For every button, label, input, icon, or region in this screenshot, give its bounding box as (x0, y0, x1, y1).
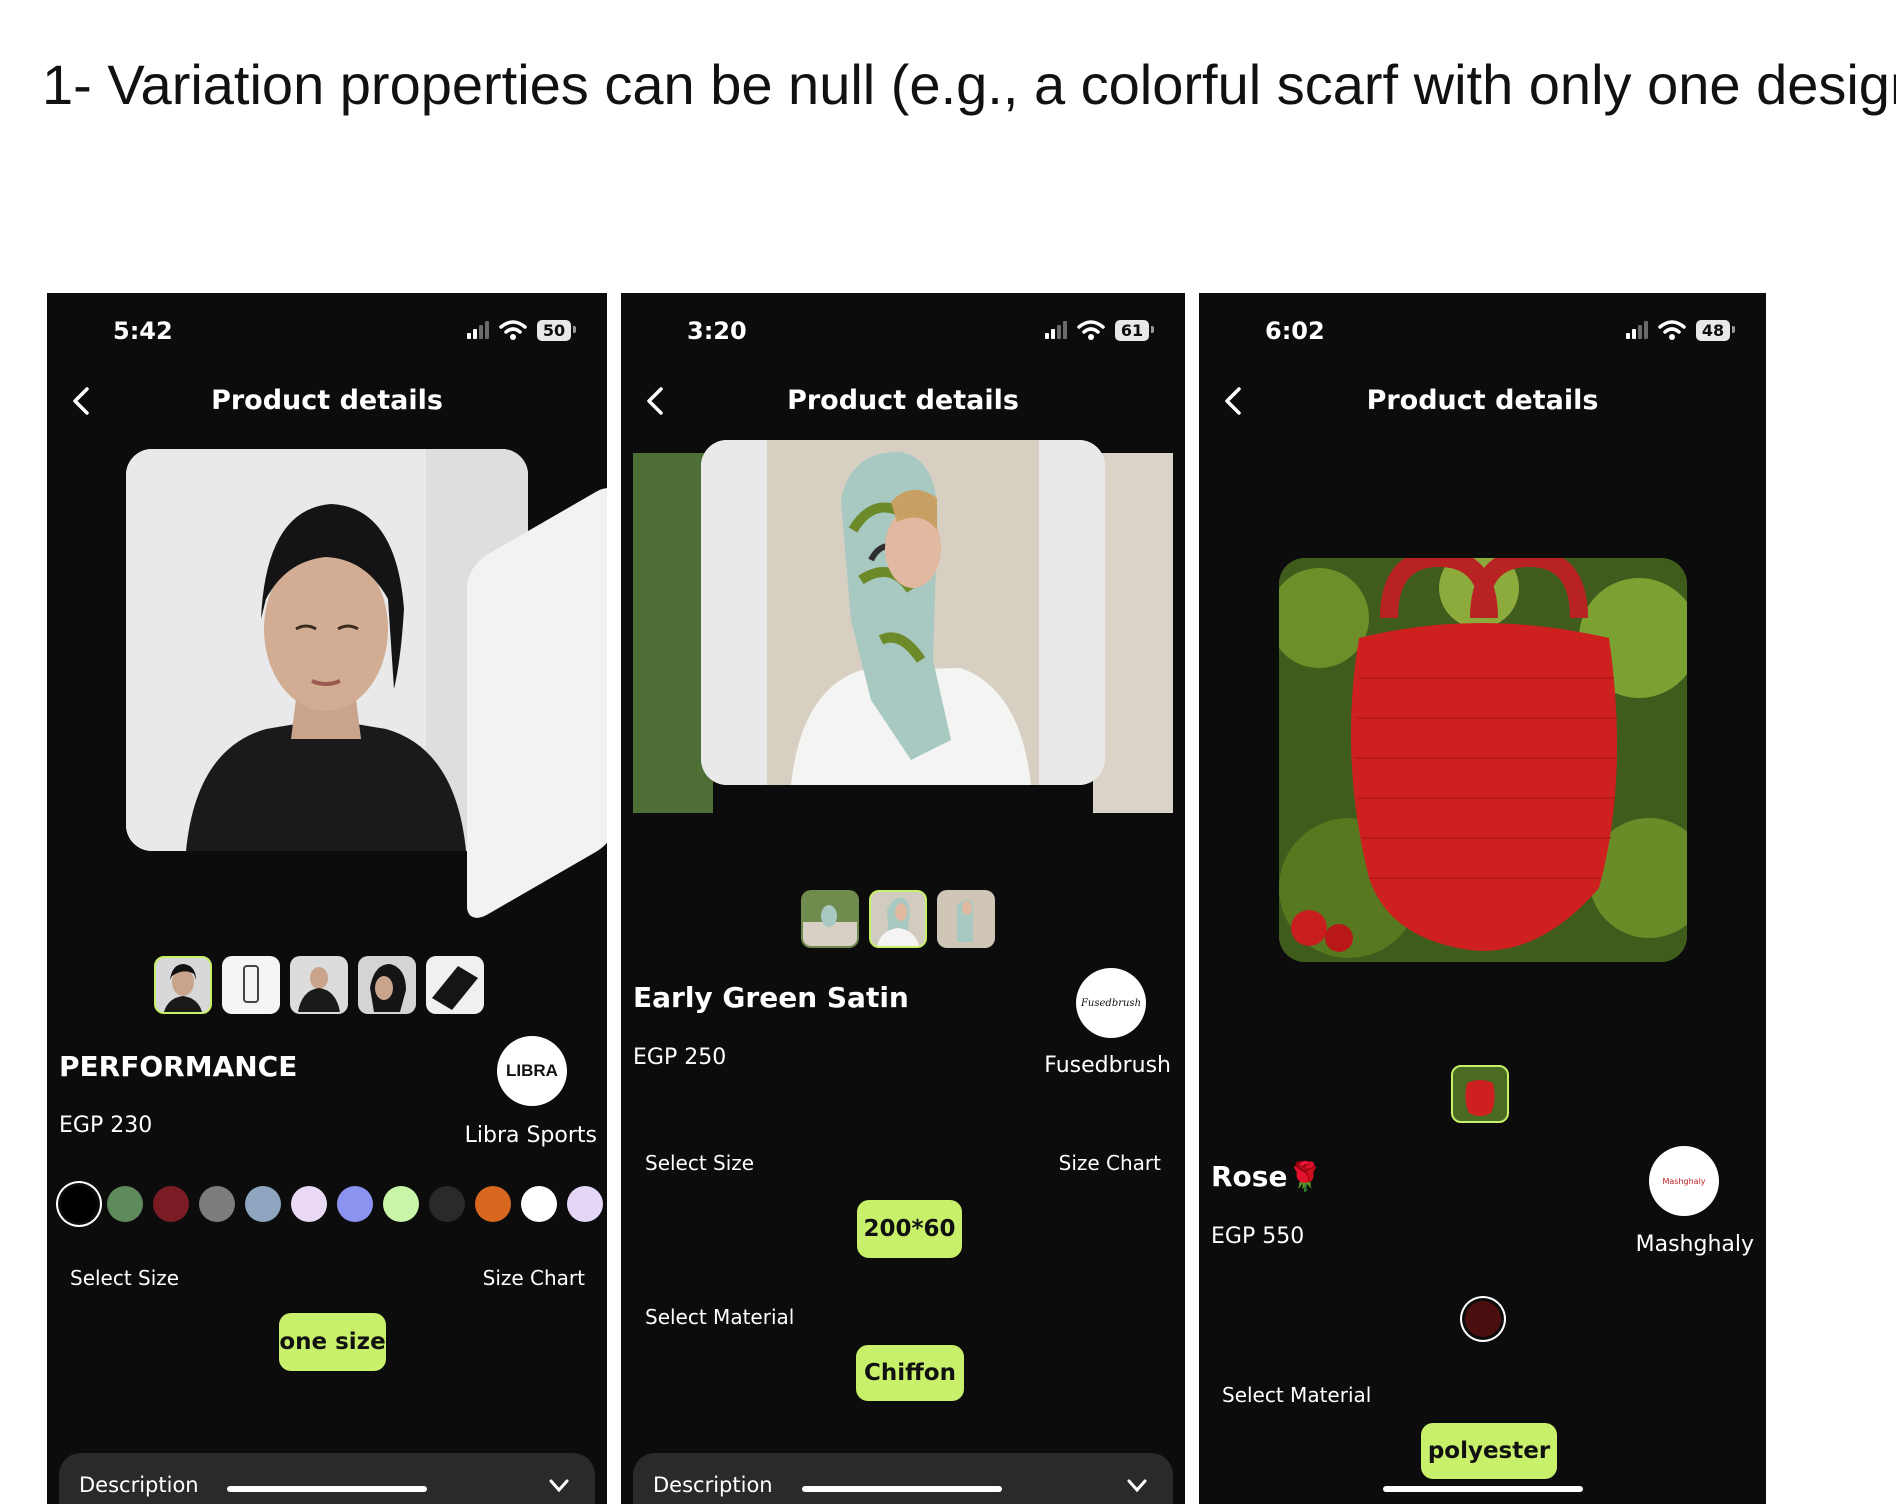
product-price: EGP 230 (59, 1113, 153, 1138)
size-chart-link[interactable]: Size Chart (1059, 1151, 1161, 1175)
status-icons: 48 (1626, 319, 1735, 341)
thumbnail[interactable] (1451, 1065, 1509, 1123)
signal-icon (1045, 321, 1067, 339)
thumbnail[interactable] (358, 956, 416, 1014)
thumbnail[interactable] (801, 890, 859, 948)
status-icons: 61 (1045, 319, 1154, 341)
thumbnail[interactable] (222, 956, 280, 1014)
size-option-button[interactable]: 200*60 (857, 1200, 962, 1258)
phone-screen-performance: 5:42 50 Product details PERFORMANCE EGP … (47, 293, 607, 1504)
status-time: 6:02 (1265, 317, 1325, 345)
description-label: Description (653, 1473, 773, 1497)
brand-logo[interactable]: LIBRA (497, 1036, 567, 1106)
select-material-label: Select Material (645, 1305, 795, 1329)
page-title: Product details (787, 385, 1019, 416)
image-thumbnails (1451, 1065, 1509, 1123)
home-indicator (227, 1486, 427, 1492)
product-price: EGP 250 (633, 1045, 727, 1070)
thumbnail[interactable] (426, 956, 484, 1014)
signal-icon (1626, 321, 1648, 339)
color-swatch[interactable] (245, 1186, 281, 1222)
product-name: PERFORMANCE (59, 1050, 298, 1083)
thumbnail[interactable] (937, 890, 995, 948)
next-image-peek[interactable] (1093, 453, 1173, 813)
color-swatch[interactable] (383, 1186, 419, 1222)
product-image[interactable] (1279, 558, 1687, 962)
slide-heading: 1- Variation properties can be null (e.g… (42, 53, 1896, 116)
brand-name[interactable]: Fusedbrush (1044, 1053, 1171, 1078)
product-image[interactable] (701, 440, 1105, 785)
description-accordion[interactable]: Description (633, 1453, 1173, 1504)
color-swatch[interactable] (153, 1186, 189, 1222)
color-swatch[interactable] (429, 1186, 465, 1222)
material-option-button[interactable]: polyester (1421, 1423, 1557, 1479)
brand-logo[interactable]: Mashghaly (1649, 1146, 1719, 1216)
color-swatch[interactable] (337, 1186, 373, 1222)
chevron-down-icon (549, 1479, 569, 1493)
chevron-down-icon (1127, 1479, 1147, 1493)
material-option-button[interactable]: Chiffon (856, 1345, 964, 1401)
wifi-icon (499, 320, 527, 340)
page-title: Product details (1366, 385, 1599, 416)
size-chart-link[interactable]: Size Chart (483, 1266, 585, 1290)
brand-logo-text: LIBRA (506, 1061, 558, 1080)
size-option-button[interactable]: one size (279, 1313, 386, 1371)
brand-name[interactable]: Libra Sports (465, 1123, 597, 1148)
brand-name[interactable]: Mashghaly (1636, 1232, 1754, 1257)
thumbnail[interactable] (154, 956, 212, 1014)
color-swatch[interactable] (61, 1186, 97, 1222)
signal-icon (467, 321, 489, 339)
product-price: EGP 550 (1211, 1224, 1305, 1249)
status-time: 5:42 (113, 317, 173, 345)
brand-logo-text: Mashghaly (1662, 1176, 1706, 1186)
select-material-label: Select Material (1222, 1383, 1372, 1407)
home-indicator (1383, 1486, 1583, 1492)
page-title: Product details (211, 385, 443, 416)
select-size-label: Select Size (70, 1266, 180, 1290)
color-swatch[interactable] (475, 1186, 511, 1222)
image-thumbnails (801, 890, 995, 948)
color-swatch[interactable] (1465, 1301, 1501, 1337)
description-accordion[interactable]: Description (59, 1453, 595, 1504)
battery-icon: 48 (1696, 319, 1735, 341)
color-swatch[interactable] (521, 1186, 557, 1222)
color-swatch[interactable] (291, 1186, 327, 1222)
phone-screen-rose: 6:02 48 Product details Rose🌹 EGP 550 Ma… (1199, 293, 1766, 1504)
phone-screen-early-green-satin: 3:20 61 Product details Early Green Sati… (621, 293, 1185, 1504)
brand-logo-text: Fusedbrush (1080, 997, 1142, 1009)
product-name: Early Green Satin (633, 981, 909, 1014)
home-indicator (802, 1486, 1002, 1492)
select-size-label: Select Size (645, 1151, 755, 1175)
thumbnail[interactable] (290, 956, 348, 1014)
color-swatch[interactable] (199, 1186, 235, 1222)
battery-icon: 61 (1115, 319, 1154, 341)
status-icons: 50 (467, 319, 576, 341)
image-thumbnails (154, 956, 484, 1014)
color-swatch[interactable] (567, 1186, 603, 1222)
thumbnail[interactable] (869, 890, 927, 948)
color-swatches (61, 1186, 603, 1222)
brand-logo[interactable]: Fusedbrush (1076, 968, 1146, 1038)
battery-icon: 50 (537, 319, 576, 341)
description-label: Description (79, 1473, 199, 1497)
wifi-icon (1658, 320, 1686, 340)
wifi-icon (1077, 320, 1105, 340)
status-time: 3:20 (687, 317, 747, 345)
color-swatch[interactable] (107, 1186, 143, 1222)
product-name: Rose🌹 (1211, 1160, 1323, 1193)
